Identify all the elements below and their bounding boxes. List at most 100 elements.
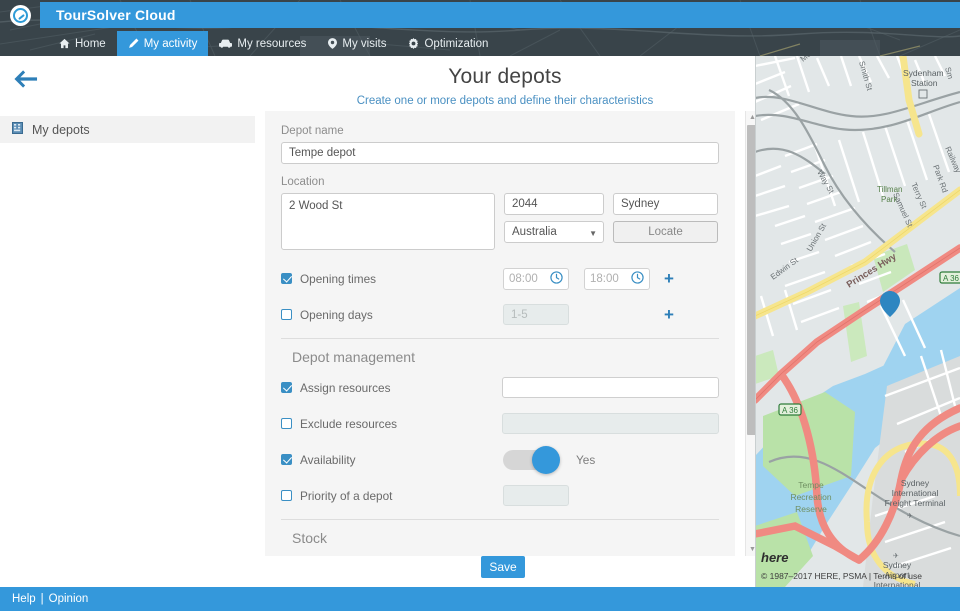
- opening-days-checkbox[interactable]: Opening days: [281, 308, 503, 322]
- priority-checkbox[interactable]: Priority of a depot: [281, 489, 503, 503]
- svg-text:International: International: [892, 488, 939, 498]
- checkbox-assign-resources[interactable]: [281, 382, 292, 393]
- svg-text:Tempe: Tempe: [798, 480, 824, 490]
- assign-resources-label: Assign resources: [300, 380, 391, 395]
- nav-item-my-resources[interactable]: My resources: [208, 31, 317, 56]
- add-opening-time-button[interactable]: +: [664, 270, 674, 287]
- checkbox-priority[interactable]: [281, 490, 292, 501]
- availability-toggle-value: Yes: [576, 452, 596, 467]
- svg-text:Sydenham: Sydenham: [903, 68, 944, 78]
- gear-icon: [408, 38, 419, 49]
- stock-heading: Stock: [281, 519, 719, 549]
- top-bar: TourSolver Cloud Home My activity My res…: [0, 0, 960, 56]
- home-icon: [59, 38, 70, 49]
- svg-text:✈: ✈: [893, 553, 899, 560]
- save-button[interactable]: Save: [481, 556, 525, 578]
- opening-time-start[interactable]: 08:00: [503, 267, 569, 290]
- add-opening-day-button[interactable]: +: [664, 306, 674, 323]
- brand-row: TourSolver Cloud: [0, 2, 960, 28]
- footer-bar: Help | Opinion: [0, 587, 960, 611]
- location-fields: Australia ▼ Locate: [281, 193, 719, 253]
- here-logo: here: [761, 550, 788, 565]
- city-input[interactable]: [613, 193, 718, 215]
- nav-item-home[interactable]: Home: [48, 31, 117, 56]
- exclude-resources-input[interactable]: [501, 413, 719, 434]
- app-root: TourSolver Cloud Home My activity My res…: [0, 0, 960, 611]
- svg-text:✈: ✈: [907, 513, 913, 520]
- footer-opinion-link[interactable]: Opinion: [49, 593, 89, 605]
- opening-days-row: Opening days 1-5 +: [281, 298, 719, 331]
- nav-item-optimization[interactable]: Optimization: [397, 31, 499, 56]
- opening-time-start-value: 08:00: [509, 272, 538, 285]
- opening-days-input[interactable]: 1-5: [503, 304, 569, 325]
- map-panel[interactable]: A 36 A 36 Sydenham Station Tillman Park …: [755, 56, 960, 587]
- footer-separator: |: [40, 593, 44, 605]
- assign-resources-input[interactable]: [501, 377, 719, 398]
- opening-time-end[interactable]: 18:00: [584, 267, 650, 290]
- nav-item-my-visits[interactable]: My visits: [317, 31, 397, 56]
- svg-text:Reserve: Reserve: [795, 504, 827, 514]
- locate-button-label: Locate: [648, 226, 683, 238]
- map-canvas: A 36 A 36 Sydenham Station Tillman Park …: [755, 56, 960, 587]
- depot-form-panel: Depot name Location: [265, 111, 735, 556]
- opening-time-end-value: 18:00: [590, 272, 619, 285]
- clock-icon-end[interactable]: [631, 270, 644, 287]
- sidebar-item-my-depots-label: My depots: [32, 122, 90, 137]
- country-select[interactable]: Australia: [504, 221, 604, 243]
- sidebar-item-my-depots[interactable]: My depots: [0, 116, 255, 143]
- svg-text:Freight Terminal: Freight Terminal: [885, 498, 946, 508]
- opening-times-label: Opening times: [300, 271, 377, 286]
- save-button-label: Save: [489, 560, 517, 574]
- opening-times-checkbox[interactable]: Opening times: [281, 272, 503, 286]
- address-wrap: [281, 193, 495, 253]
- map-credit: © 1987–2017 HERE, PSMA | Terms of use: [761, 571, 922, 581]
- opening-days-value: 1-5: [511, 308, 528, 321]
- back-button[interactable]: [0, 56, 255, 104]
- app-logo[interactable]: [0, 2, 40, 28]
- clock-icon[interactable]: [550, 270, 563, 287]
- footer-help-link[interactable]: Help: [12, 593, 36, 605]
- pencil-icon: [128, 38, 139, 49]
- nav-item-home-label: Home: [75, 37, 106, 50]
- sidebar: My depots: [0, 56, 255, 587]
- compass-circle-icon: [9, 4, 31, 26]
- svg-text:A 36: A 36: [943, 274, 960, 283]
- priority-input[interactable]: [503, 485, 569, 506]
- location-right-fields: Australia ▼ Locate: [504, 193, 718, 253]
- page-subtitle: Create one or more depots and define the…: [356, 95, 654, 107]
- building-icon: [12, 122, 23, 137]
- main-content: Your depots Create one or more depots an…: [255, 56, 758, 587]
- availability-toggle[interactable]: [503, 445, 560, 474]
- depot-management-heading: Depot management: [281, 338, 719, 368]
- nav-item-my-resources-label: My resources: [237, 37, 307, 50]
- svg-text:Recreation: Recreation: [790, 492, 831, 502]
- nav-item-my-visits-label: My visits: [342, 37, 387, 50]
- assign-resources-checkbox[interactable]: Assign resources: [281, 381, 502, 395]
- svg-text:International: International: [874, 580, 921, 587]
- exclude-resources-label: Exclude resources: [300, 416, 398, 431]
- availability-label: Availability: [300, 452, 356, 467]
- checkbox-opening-times[interactable]: [281, 273, 292, 284]
- priority-label: Priority of a depot: [300, 488, 393, 503]
- assign-resources-row: Assign resources: [281, 371, 719, 404]
- checkbox-opening-days[interactable]: [281, 309, 292, 320]
- map-pin-icon: [328, 38, 338, 49]
- availability-checkbox[interactable]: Availability: [281, 453, 503, 467]
- locate-button[interactable]: Locate: [613, 221, 718, 243]
- checkbox-exclude-resources[interactable]: [281, 418, 292, 429]
- priority-row: Priority of a depot: [281, 479, 719, 512]
- exclude-resources-row: Exclude resources: [281, 407, 719, 440]
- exclude-resources-checkbox[interactable]: Exclude resources: [281, 417, 502, 431]
- opening-times-row: Opening times 08:00 18:00 +: [281, 262, 719, 295]
- depot-name-input[interactable]: [281, 142, 719, 164]
- map-marker-icon[interactable]: [880, 291, 900, 317]
- opening-days-label: Opening days: [300, 307, 373, 322]
- page-title: Your depots: [448, 65, 562, 88]
- availability-row: Availability Yes: [281, 443, 719, 476]
- nav-item-my-activity[interactable]: My activity: [116, 31, 209, 56]
- address-textarea[interactable]: [281, 193, 495, 250]
- nav-item-optimization-label: Optimization: [424, 37, 489, 50]
- checkbox-availability[interactable]: [281, 454, 292, 465]
- zip-input[interactable]: [504, 193, 604, 215]
- svg-text:A 36: A 36: [782, 406, 799, 415]
